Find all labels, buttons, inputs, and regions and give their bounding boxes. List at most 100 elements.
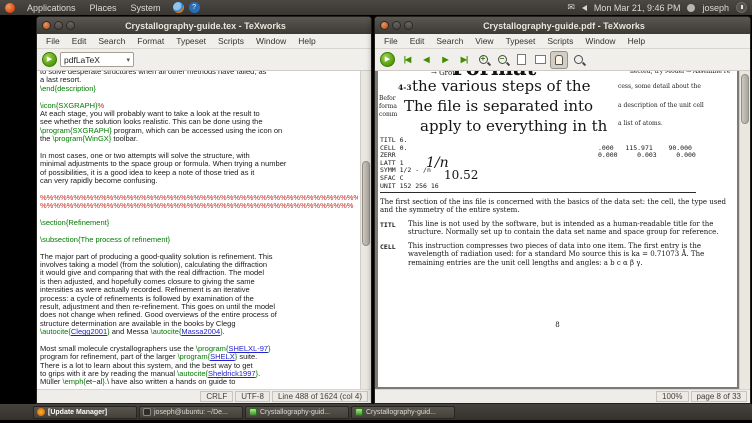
- panel-menu-system[interactable]: System: [124, 2, 168, 14]
- editor-toolbar: ▶ pdfLaTeX ▾: [37, 49, 371, 71]
- zoom-out-icon[interactable]: −: [493, 51, 511, 69]
- scrollbar-thumb[interactable]: [362, 161, 370, 246]
- zoom-indicator: 100%: [656, 391, 689, 402]
- editor-line: does not change when refined. Good overv…: [40, 311, 277, 320]
- scrollbar-thumb[interactable]: [741, 74, 749, 124]
- editor-line: a last resort.: [40, 76, 82, 85]
- pdf-viewport[interactable]: → Grow Format nected, try Model → Assemb…: [375, 71, 750, 389]
- update-manager-icon: [37, 408, 45, 416]
- maximize-icon[interactable]: [66, 21, 75, 30]
- taskbar-item[interactable]: [Update Manager]: [33, 405, 137, 419]
- pdf-magnified-fragment: 10.52: [444, 168, 479, 182]
- typeset-run-button[interactable]: ▶: [380, 52, 395, 67]
- last-page-icon[interactable]: ▶|: [455, 51, 473, 69]
- editor-line: \program{SXGRAPH} program, which can be …: [40, 126, 283, 135]
- editor-line: \section{Refinement}: [40, 219, 110, 228]
- mail-icon[interactable]: ✉: [567, 2, 575, 13]
- pdf-titlebar[interactable]: Crystallography-guide.pdf - TeXworks: [375, 17, 750, 34]
- username[interactable]: joseph: [702, 3, 729, 13]
- pdf-scrollbar[interactable]: [739, 71, 750, 389]
- panel-indicators: ✉ Mon Mar 21, 9:46 PM joseph: [567, 2, 752, 13]
- menu-typeset[interactable]: Typeset: [500, 35, 542, 47]
- pdf-text-fragment: a description of the unit cell: [618, 102, 704, 109]
- menu-edit[interactable]: Edit: [404, 35, 431, 47]
- taskbar-item[interactable]: joseph@ubuntu: ~/De...: [139, 405, 243, 419]
- clock[interactable]: Mon Mar 21, 9:46 PM: [594, 3, 681, 13]
- menu-file[interactable]: File: [40, 35, 66, 47]
- editor-line: Most small molecule crystallographers us…: [40, 344, 271, 353]
- editor-area[interactable]: to solve desperate structures when all o…: [37, 71, 371, 389]
- minimize-icon[interactable]: [392, 21, 401, 30]
- zoom-in-icon[interactable]: +: [474, 51, 492, 69]
- editor-line: structure determination are available in…: [40, 319, 236, 328]
- help-icon[interactable]: ?: [188, 2, 200, 13]
- maximize-icon[interactable]: [404, 21, 413, 30]
- panel-menus: Applications Places System: [20, 2, 168, 14]
- editor-line: see whether the solution looks realistic…: [40, 118, 263, 127]
- volume-icon[interactable]: [581, 4, 587, 11]
- menu-typeset[interactable]: Typeset: [170, 35, 212, 47]
- firefox-icon[interactable]: [172, 2, 184, 13]
- editor-scrollbar[interactable]: [360, 71, 371, 389]
- taskbar-items: [Update Manager] joseph@ubuntu: ~/De... Cr…: [33, 405, 455, 419]
- close-icon[interactable]: [380, 21, 389, 30]
- editor-line: it would give and comparing that with th…: [40, 269, 265, 278]
- fit-width-icon[interactable]: [531, 51, 549, 69]
- menu-file[interactable]: File: [378, 35, 404, 47]
- pdf-magnified-line: the various steps of the: [412, 77, 591, 95]
- power-button[interactable]: [736, 2, 747, 13]
- pdf-page: → Grow Format nected, try Model → Assemb…: [378, 71, 737, 387]
- encoding-indicator: UTF-8: [235, 391, 270, 402]
- editor-line: program for refinement, part of the larg…: [40, 353, 258, 362]
- menu-format[interactable]: Format: [131, 35, 170, 47]
- next-page-icon[interactable]: ▶: [436, 51, 454, 69]
- pdf-text-fragment: nected, try Model → Assemble re: [630, 71, 731, 75]
- editor-titlebar[interactable]: Crystallography-guide.tex - TeXworks: [37, 17, 371, 34]
- typeset-run-button[interactable]: ▶: [42, 52, 57, 67]
- menu-view[interactable]: View: [469, 35, 499, 47]
- menu-scripts[interactable]: Scripts: [541, 35, 579, 47]
- actual-size-icon[interactable]: [512, 51, 530, 69]
- menu-window[interactable]: Window: [250, 35, 292, 47]
- divider: [380, 192, 696, 193]
- ubuntu-logo-icon[interactable]: [5, 2, 15, 13]
- editor-line: The major part of producing a good-quali…: [40, 252, 273, 261]
- editor-line: \icon{SXGRAPH}%: [40, 101, 105, 110]
- texworks-icon: [249, 408, 257, 416]
- taskbar-item[interactable]: Crystallography-guid...: [351, 405, 455, 419]
- editor-line: to grips with it are by reading the manu…: [40, 370, 261, 379]
- first-page-icon[interactable]: |◀: [398, 51, 416, 69]
- hand-tool-icon[interactable]: [550, 50, 568, 69]
- editor-line: \end{description}: [40, 84, 96, 93]
- menu-scripts[interactable]: Scripts: [212, 35, 250, 47]
- previous-page-icon[interactable]: ◀: [417, 51, 435, 69]
- minimize-icon[interactable]: [54, 21, 63, 30]
- menu-edit[interactable]: Edit: [66, 35, 93, 47]
- close-icon[interactable]: [42, 21, 51, 30]
- taskbar-item[interactable]: Crystallography-guid...: [245, 405, 349, 419]
- pdf-entries: TITL This line is not used by the softwar…: [380, 220, 734, 272]
- panel-menu-applications[interactable]: Applications: [20, 2, 83, 14]
- pdf-text-fragment: comm: [379, 111, 398, 118]
- menu-window[interactable]: Window: [579, 35, 621, 47]
- engine-value: pdfLaTeX: [64, 54, 100, 65]
- editor-line: the \program{WinGX} toolbar.: [40, 135, 138, 144]
- editor-line: can very rapidly become confusing.: [40, 177, 158, 186]
- pdf-code-line: UNIT 152 256 16: [380, 181, 439, 190]
- user-icon: [687, 3, 696, 12]
- pdf-text-fragment: cess, some detail about the: [618, 83, 701, 90]
- panel-menu-places[interactable]: Places: [83, 2, 124, 14]
- menu-help[interactable]: Help: [292, 35, 321, 47]
- editor-window: Crystallography-guide.tex - TeXworks Fil…: [36, 16, 372, 404]
- menu-search[interactable]: Search: [92, 35, 131, 47]
- magnifier-icon[interactable]: [569, 51, 587, 69]
- menu-help[interactable]: Help: [622, 35, 651, 47]
- engine-select[interactable]: pdfLaTeX ▾: [60, 52, 134, 67]
- menu-search[interactable]: Search: [430, 35, 469, 47]
- pdf-entry: TITL This line is not used by the softwar…: [380, 220, 719, 237]
